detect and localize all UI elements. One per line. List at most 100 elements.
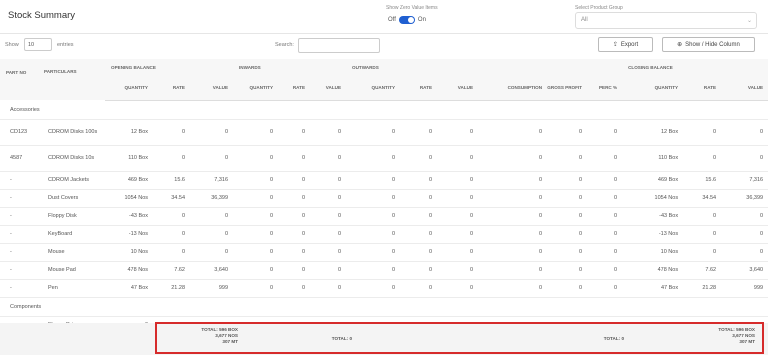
zero-value-toggle[interactable]	[398, 16, 415, 24]
table-row[interactable]: - Mouse Pad 478 Nos 7.62 3,640 0 0 0 0 0 0 0 0 0 478 N…	[0, 261, 768, 280]
export-label: Export	[620, 41, 639, 48]
table-cell: 0	[278, 207, 311, 226]
col-header[interactable]: GROSS PROFIT	[547, 76, 588, 101]
table-cell: 0	[233, 119, 279, 146]
table-row[interactable]: - Floppy Disk -43 Box 0 0 0 0 0 0 0 0 0 0 0 -43 Box 0 0	[0, 207, 768, 226]
stock-summary-table: PART NO PARTICULARS OPENING BALANCE INWA…	[0, 59, 768, 335]
chevron-down-icon: ⌄	[746, 18, 752, 24]
table-cell: 1054 Nos	[105, 189, 153, 208]
col-header[interactable]: CONSUMPTION	[478, 76, 548, 101]
table-cell: 0	[153, 225, 190, 244]
table-cell: 0	[721, 243, 768, 262]
table-cell: 0	[587, 171, 623, 190]
page-size-select[interactable]: 10	[24, 38, 52, 51]
col-header[interactable]: QUANTITY	[346, 76, 401, 101]
table-cell: 3,640	[721, 261, 768, 280]
product-group-select[interactable]: All ⌄	[575, 12, 757, 29]
table-cell: 0	[400, 119, 438, 146]
cell-particulars: CDROM Jackets	[38, 171, 105, 190]
table-cell: 0	[478, 207, 548, 226]
table-cell: 0	[437, 119, 479, 146]
table-cell: 0	[437, 279, 479, 298]
table-cell: 0	[437, 207, 479, 226]
table-cell: 0	[278, 225, 311, 244]
table-cell: 0	[153, 207, 190, 226]
header-part-no[interactable]: PART NO	[0, 59, 38, 100]
table-cell: 0	[233, 225, 279, 244]
table-row[interactable]: 4587 CDROM Disks 10s 110 Box 0 0 0 0 0 0 0 0 0 0 0 110…	[0, 145, 768, 172]
table-cell: 0	[310, 243, 347, 262]
show-hide-column-button[interactable]: ⊕ Show / Hide Column	[662, 37, 755, 52]
table-cell: 0	[346, 189, 401, 208]
table-row[interactable]: CD123 CDROM Disks 100s 12 Box 0 0 0 0 0 0 0 0 0 0 0 12…	[0, 119, 768, 146]
cell-part-no: -	[0, 171, 38, 190]
table-row[interactable]: - Dust Covers 1054 Nos 34.54 36,399 0 0 0 0 0 0 0 0 0…	[0, 189, 768, 208]
table-cell: 0	[346, 145, 401, 172]
col-header[interactable]: PERC %	[587, 76, 623, 101]
totals-highlight-box	[155, 322, 764, 354]
table-row[interactable]: - CDROM Jackets 469 Box 15.6 7,316 0 0 0 0 0 0 0 0 0 4…	[0, 171, 768, 190]
table-cell: 0	[547, 189, 588, 208]
col-header[interactable]: RATE	[278, 76, 311, 101]
table-cell: 0	[437, 261, 479, 280]
header-outwards: OUTWARDS	[346, 59, 623, 76]
table-cell: 0	[478, 243, 548, 262]
col-header[interactable]: RATE	[153, 76, 190, 101]
cell-particulars: Floppy Disk	[38, 207, 105, 226]
table-cell: 12 Box	[622, 119, 684, 146]
table-cell: 0	[721, 145, 768, 172]
table-cell: 0	[437, 145, 479, 172]
closing-total-line: 307 MT	[739, 339, 755, 344]
header-particulars[interactable]: PARTICULARS	[38, 59, 105, 100]
table-cell: 0	[400, 243, 438, 262]
table-row[interactable]: - Pen 47 Box 21.28 999 0 0 0 0 0 0 0 0 0 47 Box 21.28 99…	[0, 279, 768, 298]
zero-value-toggle-row: Off On	[388, 15, 426, 25]
col-header[interactable]: RATE	[683, 76, 722, 101]
opening-total: TOTAL: 596 BOX 3,677 NOS 307 MT	[160, 327, 238, 345]
opening-total-line: 307 MT	[222, 339, 238, 344]
table-row[interactable]: - Mouse 10 Nos 0 0 0 0 0 0 0 0 0 0 0 10 Nos 0 0	[0, 243, 768, 262]
table-cell: 0	[547, 261, 588, 280]
export-button[interactable]: ⇪ Export	[598, 37, 653, 52]
table-cell: 0	[587, 207, 623, 226]
table-cell: 34.54	[153, 189, 190, 208]
table-cell: 0	[346, 243, 401, 262]
table-cell: 0	[587, 279, 623, 298]
inwards-total: TOTAL: 0	[331, 336, 352, 341]
table-cell: 0	[478, 279, 548, 298]
col-header[interactable]: VALUE	[310, 76, 347, 101]
table-cell: 15.6	[683, 171, 722, 190]
col-header[interactable]: RATE	[400, 76, 438, 101]
search-label: Search:	[275, 42, 294, 48]
cell-particulars: KeyBoard	[38, 225, 105, 244]
table-cell: 0	[547, 119, 588, 146]
col-header[interactable]: QUANTITY	[105, 76, 153, 101]
table-cell: 0	[587, 261, 623, 280]
header-inwards: INWARDS	[233, 59, 347, 76]
table-cell: 0	[437, 189, 479, 208]
table-cell: 0	[190, 225, 234, 244]
table-cell: 47 Box	[105, 279, 153, 298]
table-cell: 7.62	[153, 261, 190, 280]
col-header[interactable]: QUANTITY	[233, 76, 279, 101]
col-header[interactable]: VALUE	[721, 76, 768, 101]
search-input[interactable]	[298, 38, 380, 53]
col-header[interactable]: VALUE	[190, 76, 234, 101]
table-cell: 0	[587, 243, 623, 262]
table-cell: 0	[478, 225, 548, 244]
table-controls: Show 10 entries Search: ⇪ Export ⊕ Show …	[0, 34, 768, 58]
columns-label: Show / Hide Column	[685, 41, 740, 48]
group-row: Accessories	[0, 100, 768, 120]
table-cell: 0	[310, 119, 347, 146]
header-opening-balance: OPENING BALANCE	[105, 59, 234, 76]
col-header[interactable]: VALUE	[437, 76, 479, 101]
table-cell: 0	[153, 145, 190, 172]
table-row[interactable]: - KeyBoard -13 Nos 0 0 0 0 0 0 0 0 0 0 0 -13 Nos 0 0	[0, 225, 768, 244]
table-cell: 7.62	[683, 261, 722, 280]
col-header[interactable]: QUANTITY	[622, 76, 684, 101]
table-cell: 0	[587, 189, 623, 208]
table-cell: 21.28	[153, 279, 190, 298]
table-cell: 0	[310, 145, 347, 172]
table-cell: 0	[278, 145, 311, 172]
table-cell: 0	[721, 207, 768, 226]
